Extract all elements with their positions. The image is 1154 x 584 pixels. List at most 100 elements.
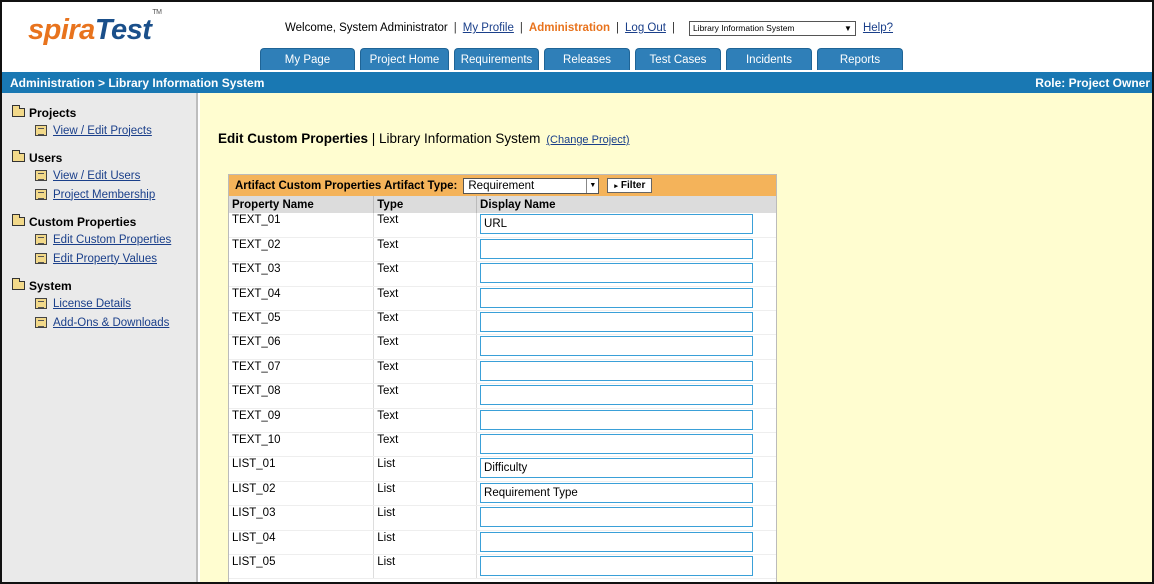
document-icon (35, 253, 47, 264)
table-row: TEXT_04 Text (229, 286, 776, 312)
sidebar-item-view-edit-projects[interactable]: View / Edit Projects (2, 121, 196, 140)
project-select-value: Library Information System (692, 23, 795, 33)
property-name-cell: LIST_04 (229, 530, 375, 555)
tab-my-page[interactable]: My Page (260, 48, 355, 70)
property-name-cell: LIST_05 (229, 554, 375, 580)
tab-requirements[interactable]: Requirements (454, 48, 539, 70)
table-row: LIST_02 List (229, 481, 776, 507)
display-name-input[interactable] (480, 434, 754, 455)
project-select[interactable]: Library Information System ▼ (688, 20, 856, 36)
property-type-cell: Text (373, 286, 478, 312)
role-label: Role: Project Owner (1035, 75, 1150, 90)
sidebar-item-edit-property-values[interactable]: Edit Property Values (2, 249, 196, 268)
property-type-cell: List (373, 530, 478, 555)
document-icon (35, 170, 47, 181)
table-row: TEXT_08 Text (229, 383, 776, 409)
display-name-input[interactable] (480, 360, 754, 381)
table-row: TEXT_10 Text (229, 432, 776, 458)
property-type-cell: List (373, 505, 478, 531)
property-type-cell: Text (373, 310, 478, 336)
filter-button[interactable]: ▸ Filter (607, 178, 653, 193)
display-name-input[interactable] (480, 287, 754, 308)
admin-sidebar: Projects View / Edit Projects Users View… (2, 93, 198, 582)
display-name-input[interactable] (480, 263, 754, 284)
help-link[interactable]: Help? (863, 22, 893, 34)
column-header-property-name: Property Name (229, 196, 375, 213)
property-name-cell: TEXT_01 (229, 213, 375, 238)
table-row: TEXT_01 Text (229, 213, 776, 238)
table-row: LIST_01 List (229, 456, 776, 482)
sidebar-item-add-ons-downloads[interactable]: Add-Ons & Downloads (2, 313, 196, 332)
display-name-input[interactable] (480, 214, 754, 234)
table-row: LIST_05 List (229, 554, 776, 580)
artifact-filter-bar: Artifact Custom Properties Artifact Type… (229, 175, 776, 196)
display-name-cell (476, 359, 776, 385)
display-name-cell (476, 383, 776, 409)
section-title: System (29, 278, 72, 293)
sidebar-item-edit-custom-properties[interactable]: Edit Custom Properties (2, 230, 196, 249)
sidebar-item-license-details[interactable]: License Details (2, 294, 196, 313)
display-name-input[interactable] (480, 312, 754, 333)
display-name-cell (476, 286, 776, 312)
display-name-cell (476, 530, 776, 555)
logo-tm: TM (152, 9, 162, 17)
property-name-cell: LIST_03 (229, 505, 375, 531)
top-user-bar: Welcome, System Administrator | My Profi… (285, 20, 893, 36)
property-name-cell: TEXT_06 (229, 334, 375, 360)
artifact-type-select[interactable]: Requirement ▼ (463, 177, 600, 194)
display-name-input[interactable] (480, 507, 754, 528)
separator: | (616, 22, 620, 34)
column-header-display-name: Display Name (476, 196, 776, 213)
property-name-cell: TEXT_05 (229, 310, 375, 336)
property-type-cell: Text (373, 213, 478, 238)
tab-project-home[interactable]: Project Home (360, 48, 449, 70)
display-name-input[interactable] (480, 409, 754, 430)
tab-releases[interactable]: Releases (544, 48, 630, 70)
page-title-bold: Edit Custom Properties (218, 131, 369, 146)
page-title-project: | Library Information System (368, 131, 541, 146)
display-name-cell (476, 408, 776, 434)
table-row: LIST_03 List (229, 505, 776, 531)
property-name-cell: TEXT_07 (229, 359, 375, 385)
property-name-cell: LIST_01 (229, 456, 375, 482)
property-type-cell: Text (373, 237, 478, 263)
display-name-input[interactable] (480, 482, 754, 503)
display-name-input[interactable] (480, 336, 754, 357)
display-name-cell (476, 334, 776, 360)
change-project-link[interactable]: (Change Project) (546, 134, 629, 146)
table-body: TEXT_01TextTEXT_02TextTEXT_03TextTEXT_04… (229, 213, 776, 580)
display-name-input[interactable] (480, 385, 754, 406)
document-icon (35, 298, 47, 309)
separator: | (671, 22, 675, 34)
administration-link[interactable]: Administration (529, 22, 610, 34)
sidebar-item-project-membership[interactable]: Project Membership (2, 185, 196, 204)
display-name-input[interactable] (480, 458, 754, 479)
welcome-text: Welcome, System Administrator (285, 22, 448, 34)
display-name-cell (476, 505, 776, 531)
log-out-link[interactable]: Log Out (625, 22, 666, 34)
folder-icon (12, 214, 25, 226)
separator: | (519, 22, 523, 34)
display-name-input[interactable] (480, 555, 754, 576)
my-profile-link[interactable]: My Profile (463, 22, 514, 34)
section-title: Projects (29, 105, 77, 120)
breadcrumb: Administration > Library Information Sys… (10, 75, 265, 90)
document-icon (35, 317, 47, 328)
spiratest-logo[interactable]: spiraTestTM (28, 9, 162, 47)
display-name-input[interactable] (480, 531, 754, 552)
property-type-cell: List (373, 554, 478, 580)
display-name-cell (476, 456, 776, 482)
property-name-cell: LIST_02 (229, 481, 375, 507)
main-content: Edit Custom Properties | Library Informa… (200, 93, 1152, 582)
tab-incidents[interactable]: Incidents (726, 48, 812, 70)
section-title: Custom Properties (29, 214, 137, 229)
folder-icon (12, 105, 25, 117)
sidebar-item-view-edit-users[interactable]: View / Edit Users (2, 166, 196, 185)
display-name-input[interactable] (480, 238, 754, 259)
sidebar-section-custom-properties: Custom Properties Edit Custom Properties… (2, 213, 196, 268)
property-type-cell: Text (373, 334, 478, 360)
custom-properties-table: Property Name Type Display Name TEXT_01 T… (229, 196, 776, 580)
tab-test-cases[interactable]: Test Cases (635, 48, 721, 70)
artifact-type-label: Artifact Custom Properties Artifact Type… (235, 179, 458, 192)
tab-reports[interactable]: Reports (817, 48, 903, 70)
